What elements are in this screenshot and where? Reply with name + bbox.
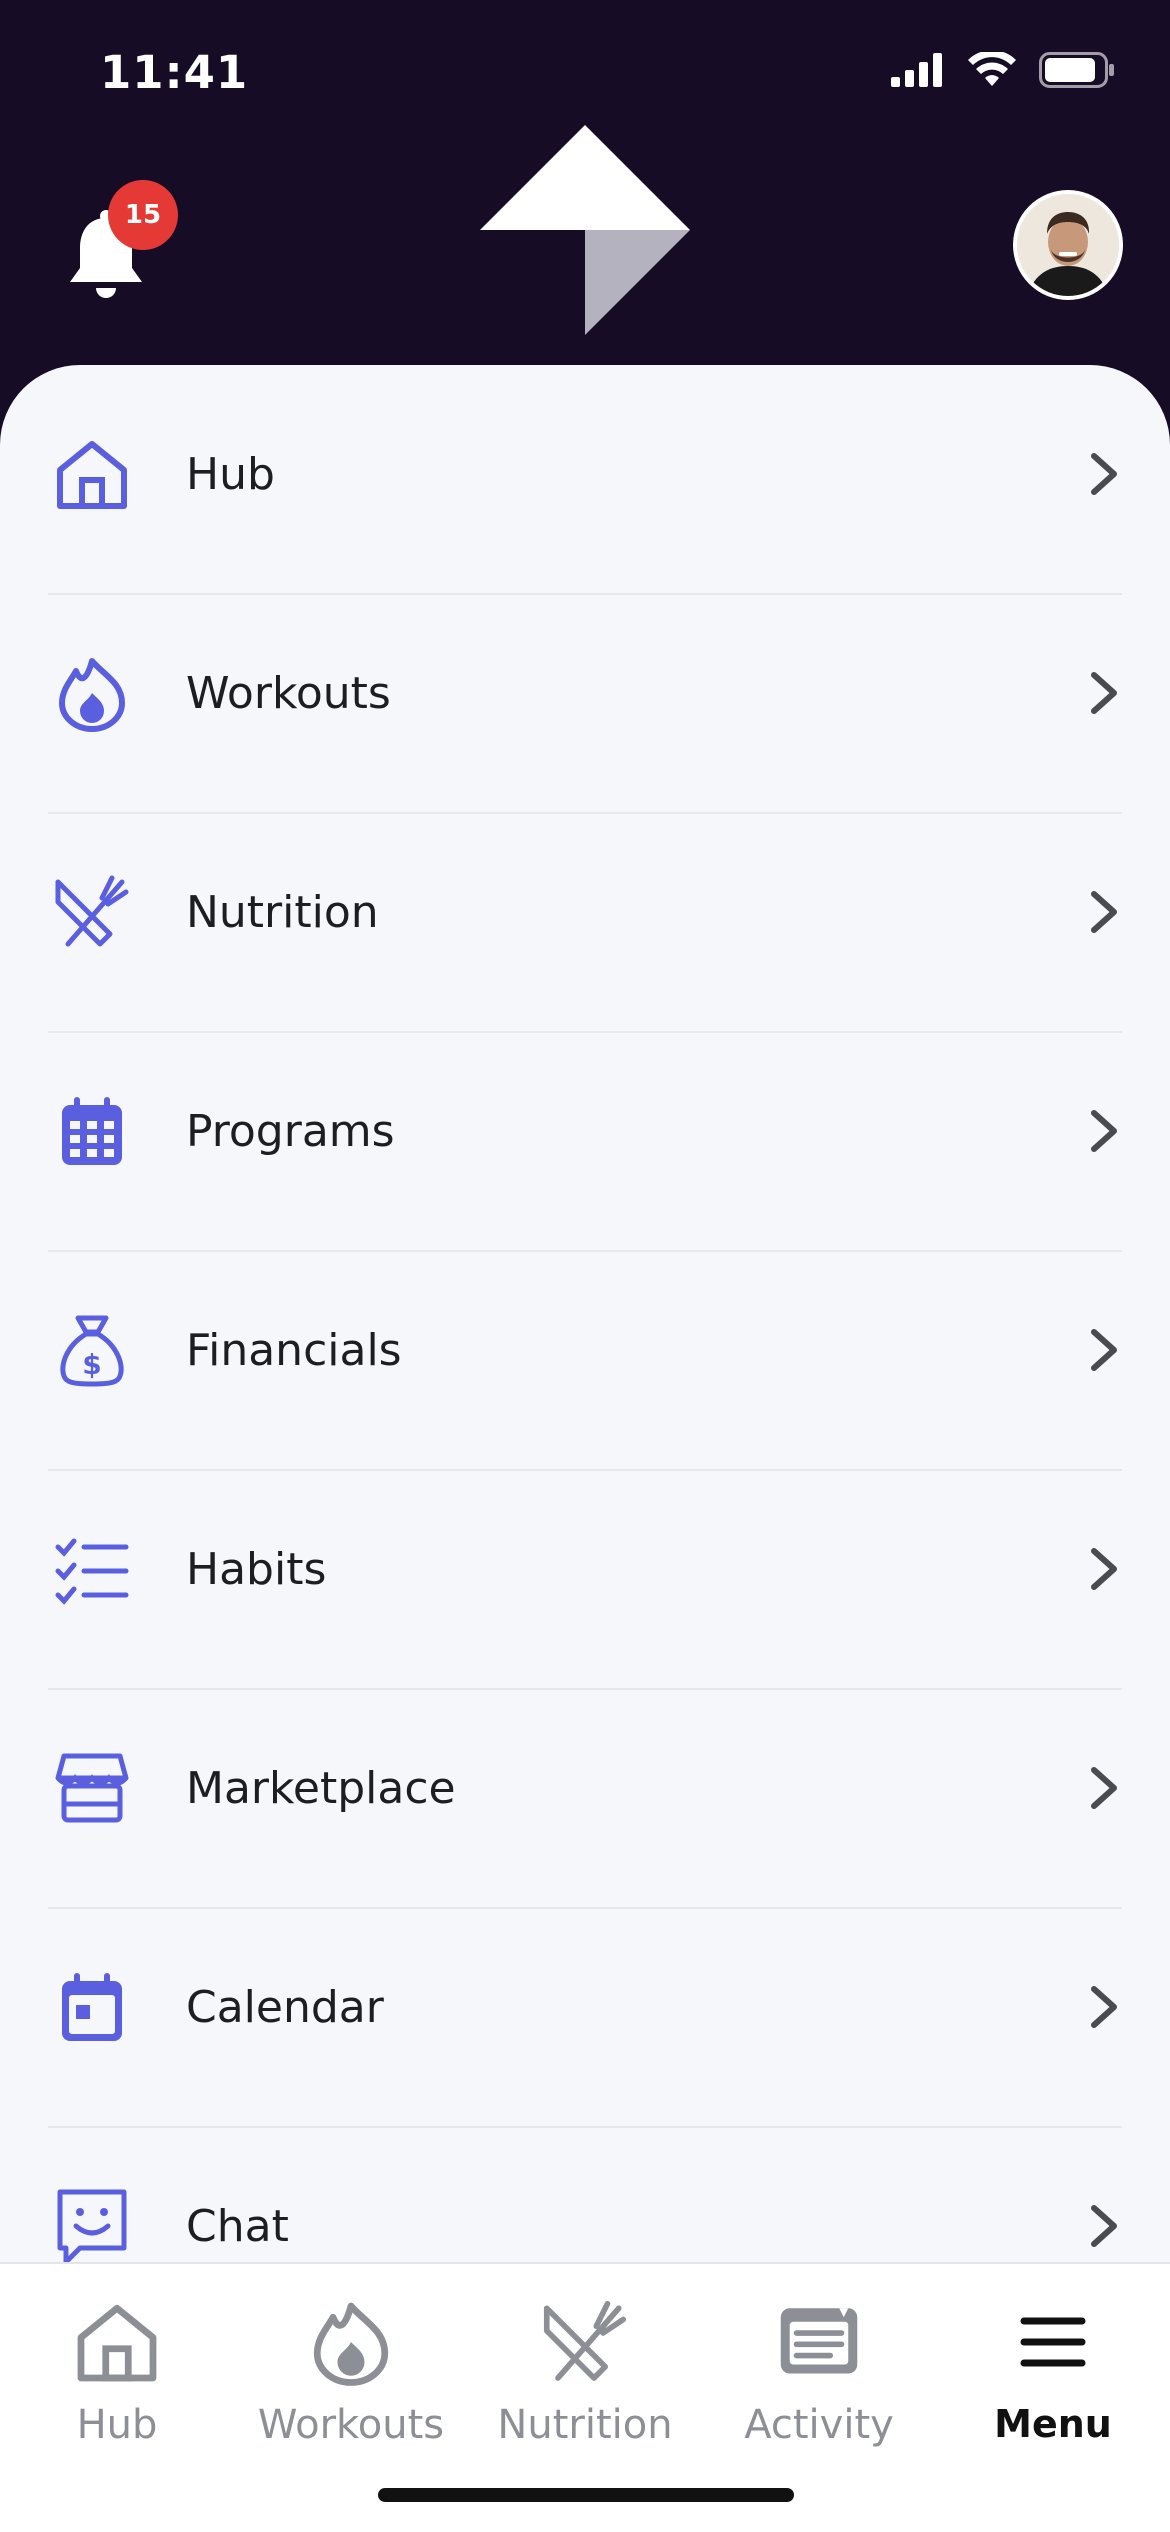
menu-item-chat[interactable]: Chat [0, 2117, 1170, 2265]
chevron-right-icon [1091, 1329, 1117, 1371]
chevron-right-icon [1091, 453, 1117, 495]
tab-nutrition[interactable]: Nutrition [468, 2294, 702, 2464]
tab-hub[interactable]: Hub [0, 2294, 234, 2464]
header: 15 [0, 125, 1170, 380]
battery-icon [1039, 52, 1114, 88]
menu-item-marketplace[interactable]: Marketplace [0, 1679, 1170, 1897]
flame-icon [303, 2294, 399, 2390]
wifi-icon [968, 52, 1016, 86]
menu-item-label: Hub [186, 448, 275, 500]
tab-label: Activity [744, 2402, 894, 2448]
flame-icon [52, 653, 132, 733]
home-indicator[interactable] [378, 2488, 794, 2502]
chevron-right-icon [1091, 891, 1117, 933]
menu-item-calendar[interactable]: Calendar [0, 1898, 1170, 2116]
utensils-icon [537, 2294, 633, 2390]
store-icon [52, 1748, 132, 1828]
avatar-image [1017, 194, 1119, 296]
tab-activity[interactable]: Activity [702, 2294, 936, 2464]
hamburger-icon [1005, 2294, 1101, 2390]
menu-item-label: Financials [186, 1324, 402, 1376]
menu-sheet: Hub Workouts Nutrition Programs $ Financ… [0, 365, 1170, 2265]
status-icons [891, 52, 1115, 88]
utensils-icon [52, 872, 132, 952]
chevron-right-icon [1091, 1986, 1117, 2028]
chat-icon [52, 2186, 132, 2265]
activity-card-icon [771, 2294, 867, 2390]
menu-item-workouts[interactable]: Workouts [0, 584, 1170, 802]
tab-menu[interactable]: Menu [936, 2294, 1170, 2464]
chevron-right-icon [1091, 1767, 1117, 1809]
notification-badge: 15 [108, 180, 178, 250]
menu-item-label: Marketplace [186, 1762, 456, 1814]
menu-item-hub[interactable]: Hub [0, 365, 1170, 583]
signal-icon [891, 53, 942, 87]
chevron-right-icon [1091, 2205, 1117, 2247]
tab-workouts[interactable]: Workouts [234, 2294, 468, 2464]
menu-item-programs[interactable]: Programs [0, 1022, 1170, 1240]
menu-item-label: Chat [186, 2200, 289, 2252]
checklist-icon [52, 1529, 132, 1609]
svg-text:$: $ [82, 1348, 101, 1381]
tab-label: Workouts [257, 2402, 445, 2448]
chevron-right-icon [1091, 1110, 1117, 1152]
menu-item-label: Workouts [186, 667, 391, 719]
chevron-right-icon [1091, 1548, 1117, 1590]
tab-label: Menu [994, 2402, 1112, 2446]
brand-logo [480, 125, 690, 335]
status-time: 11:41 [100, 46, 249, 99]
money-bag-icon: $ [52, 1310, 132, 1390]
menu-item-label: Nutrition [186, 886, 379, 938]
menu-item-nutrition[interactable]: Nutrition [0, 803, 1170, 1021]
menu-item-label: Calendar [186, 1981, 384, 2033]
home-icon [52, 434, 132, 514]
menu-item-label: Programs [186, 1105, 395, 1157]
menu-item-label: Habits [186, 1543, 327, 1595]
chevron-right-icon [1091, 672, 1117, 714]
calendar-icon [52, 1967, 132, 2047]
calendar-grid-icon [52, 1091, 132, 1171]
menu-item-habits[interactable]: Habits [0, 1460, 1170, 1678]
menu-item-financials[interactable]: $ Financials [0, 1241, 1170, 1459]
home-icon [69, 2294, 165, 2390]
tab-label: Nutrition [497, 2402, 673, 2448]
tab-label: Hub [76, 2402, 158, 2448]
profile-avatar[interactable] [1013, 190, 1123, 300]
